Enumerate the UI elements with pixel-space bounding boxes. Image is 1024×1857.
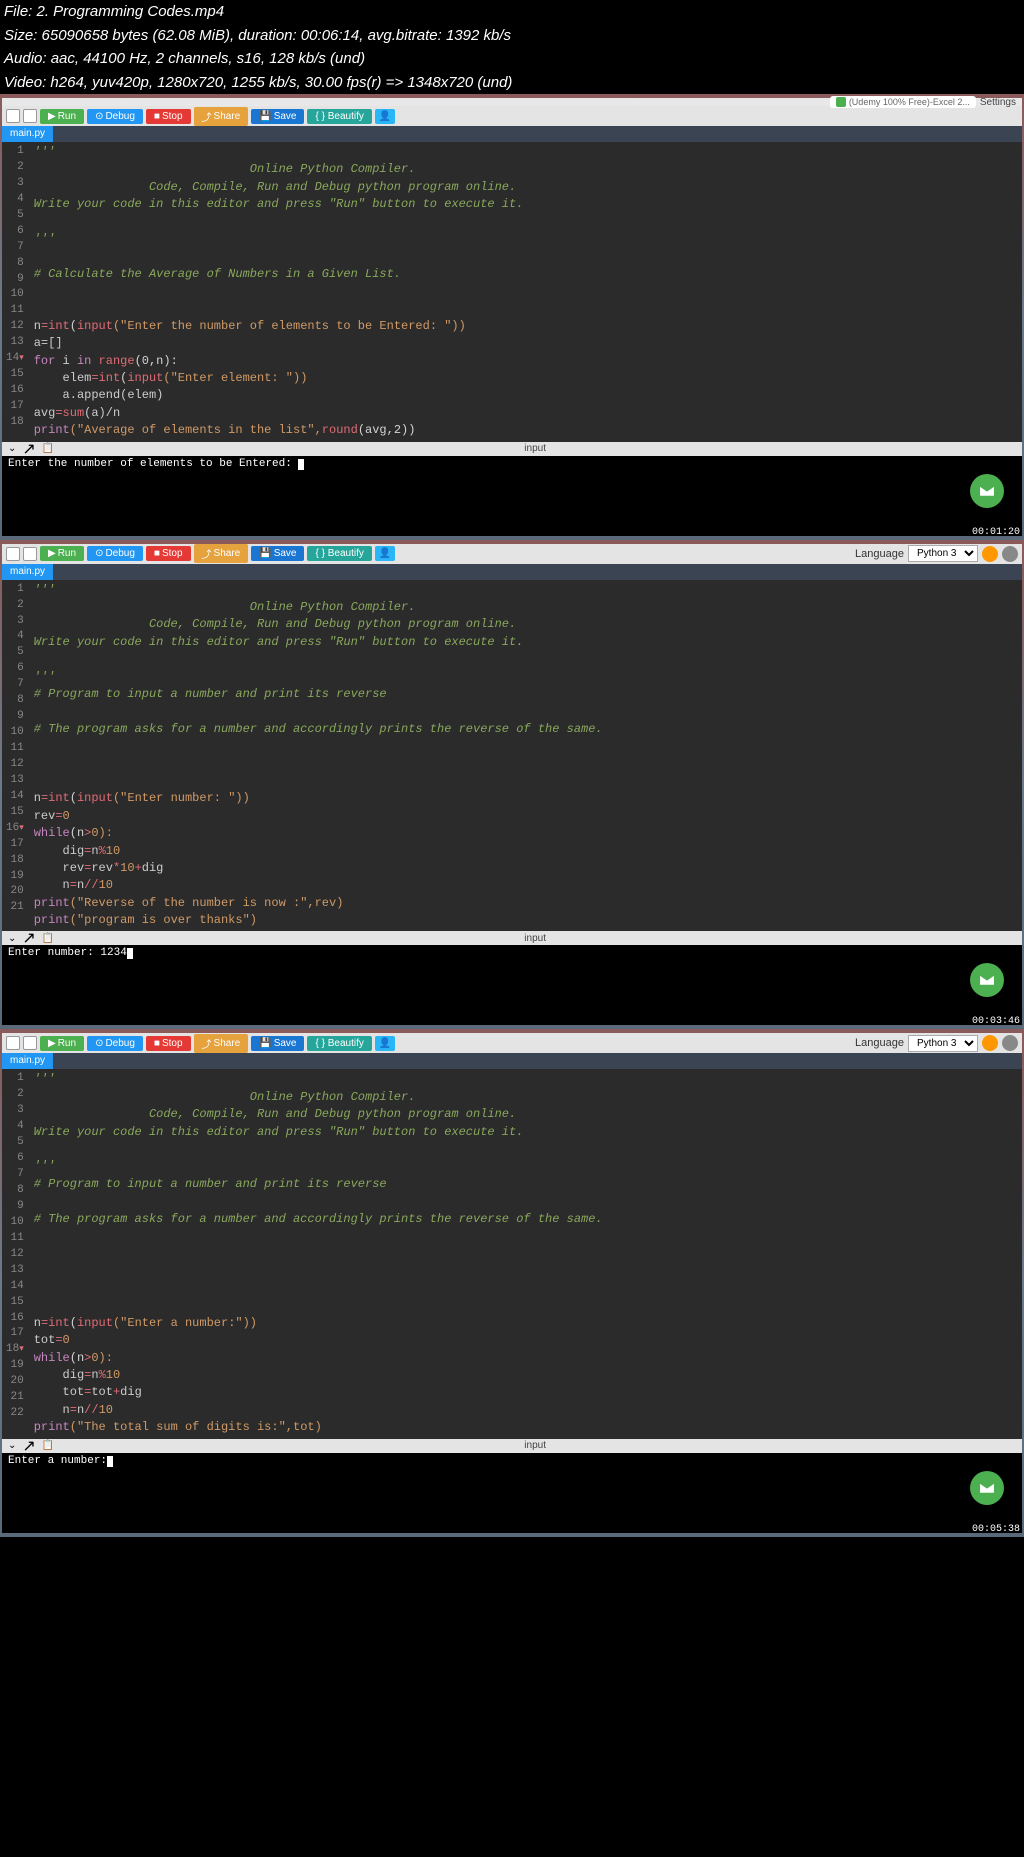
video-timestamp: 00:03:46	[972, 1016, 1020, 1027]
debug-button[interactable]: ⊙ Debug	[87, 546, 143, 561]
save-button[interactable]: 💾 Save	[251, 1036, 304, 1051]
cursor	[127, 948, 133, 959]
empty-space	[0, 1537, 1024, 1857]
file-tab-mainpy[interactable]: main.py	[2, 564, 53, 580]
media-size-line: Size: 65090658 bytes (62.08 MiB), durati…	[0, 24, 1024, 48]
new-file-icon[interactable]	[6, 109, 20, 123]
beautify-button[interactable]: { } Beautify	[307, 1036, 371, 1051]
console-output-3[interactable]: Enter a number:	[2, 1453, 1022, 1533]
user-button[interactable]: 👤	[375, 109, 395, 124]
console-input-label: input	[524, 1440, 546, 1451]
cursor	[107, 1456, 113, 1467]
language-select[interactable]: Python 3	[908, 545, 978, 562]
file-icon[interactable]	[23, 109, 37, 123]
console-chevron-icon[interactable]: ⌄	[8, 1440, 16, 1451]
media-video-line: Video: h264, yuv420p, 1280x720, 1255 kb/…	[0, 71, 1024, 95]
media-file-line: File: 2. Programming Codes.mp4	[0, 0, 1024, 24]
beautify-button[interactable]: { } Beautify	[307, 109, 371, 124]
email-fab-button[interactable]	[970, 963, 1004, 997]
console-chevron-icon[interactable]: ⌄	[8, 443, 16, 454]
new-file-icon[interactable]	[6, 547, 20, 561]
language-label: Language	[855, 1037, 904, 1049]
email-fab-button[interactable]	[970, 1471, 1004, 1505]
new-file-icon[interactable]	[6, 1036, 20, 1050]
info-icon[interactable]	[982, 1035, 998, 1051]
console-input-label: input	[524, 933, 546, 944]
console-input-label: input	[524, 443, 546, 454]
stop-button[interactable]: ■ Stop	[146, 109, 191, 124]
share-button[interactable]: ⤴ Share	[194, 107, 249, 126]
ide-toolbar: ▶ Run ⊙ Debug ■ Stop ⤴ Share 💾 Save { } …	[2, 106, 1022, 126]
run-button[interactable]: ▶ Run	[40, 109, 84, 124]
file-tab-mainpy[interactable]: main.py	[2, 1053, 53, 1069]
file-tab-mainpy[interactable]: main.py	[2, 126, 53, 142]
cursor	[298, 459, 304, 470]
user-button[interactable]: 👤	[375, 546, 395, 561]
copy-icon[interactable]: 📋	[42, 933, 54, 944]
video-timestamp: 00:01:20	[972, 527, 1020, 538]
console-text: Enter number: 1234	[8, 947, 127, 959]
ide-toolbar-2: ▶ Run ⊙ Debug ■ Stop ⤴ Share 💾 Save { } …	[2, 544, 1022, 564]
save-button[interactable]: 💾 Save	[251, 109, 304, 124]
console-text: Enter a number:	[8, 1455, 107, 1467]
console-output-2[interactable]: Enter number: 1234	[2, 945, 1022, 1025]
language-label: Language	[855, 548, 904, 560]
info-icon[interactable]	[982, 546, 998, 562]
line-gutter: 1234567891011121314▾15161718	[2, 142, 30, 442]
line-gutter: 12345678910111213141516▾1718192021	[2, 580, 30, 932]
beautify-button[interactable]: { } Beautify	[307, 546, 371, 561]
console-text: Enter the number of elements to be Enter…	[8, 458, 298, 470]
browser-tab-udemy[interactable]: (Udemy 100% Free)-Excel 2...	[830, 96, 976, 108]
ide-toolbar-3: ▶ Run ⊙ Debug ■ Stop ⤴ Share 💾 Save { } …	[2, 1033, 1022, 1053]
file-icon[interactable]	[23, 547, 37, 561]
copy-icon[interactable]: 📋	[42, 443, 54, 454]
code-editor-3[interactable]: 123456789101112131415161718▾19202122 '''…	[2, 1069, 1022, 1438]
gear-icon[interactable]	[1002, 546, 1018, 562]
stop-button[interactable]: ■ Stop	[146, 546, 191, 561]
email-fab-button[interactable]	[970, 474, 1004, 508]
user-button[interactable]: 👤	[375, 1036, 395, 1051]
file-icon[interactable]	[23, 1036, 37, 1050]
share-button[interactable]: ⤴ Share	[194, 1034, 249, 1053]
save-button[interactable]: 💾 Save	[251, 546, 304, 561]
settings-link[interactable]: Settings	[980, 97, 1016, 108]
code-editor[interactable]: 1234567891011121314▾15161718 ''' Online …	[2, 142, 1022, 442]
video-timestamp: 00:05:38	[972, 1524, 1020, 1535]
language-select[interactable]: Python 3	[908, 1035, 978, 1052]
line-gutter: 123456789101112131415161718▾19202122	[2, 1069, 30, 1438]
run-button[interactable]: ▶ Run	[40, 1036, 84, 1051]
media-audio-line: Audio: aac, 44100 Hz, 2 channels, s16, 1…	[0, 47, 1024, 71]
copy-icon[interactable]: 📋	[42, 1440, 54, 1451]
gear-icon[interactable]	[1002, 1035, 1018, 1051]
console-chevron-icon[interactable]: ⌄	[8, 933, 16, 944]
debug-button[interactable]: ⊙ Debug	[87, 109, 143, 124]
share-button[interactable]: ⤴ Share	[194, 544, 249, 563]
browser-tab-label: (Udemy 100% Free)-Excel 2...	[849, 97, 970, 107]
run-button[interactable]: ▶ Run	[40, 546, 84, 561]
debug-button[interactable]: ⊙ Debug	[87, 1036, 143, 1051]
code-editor-2[interactable]: 12345678910111213141516▾1718192021 ''' O…	[2, 580, 1022, 932]
console-output[interactable]: Enter the number of elements to be Enter…	[2, 456, 1022, 536]
stop-button[interactable]: ■ Stop	[146, 1036, 191, 1051]
